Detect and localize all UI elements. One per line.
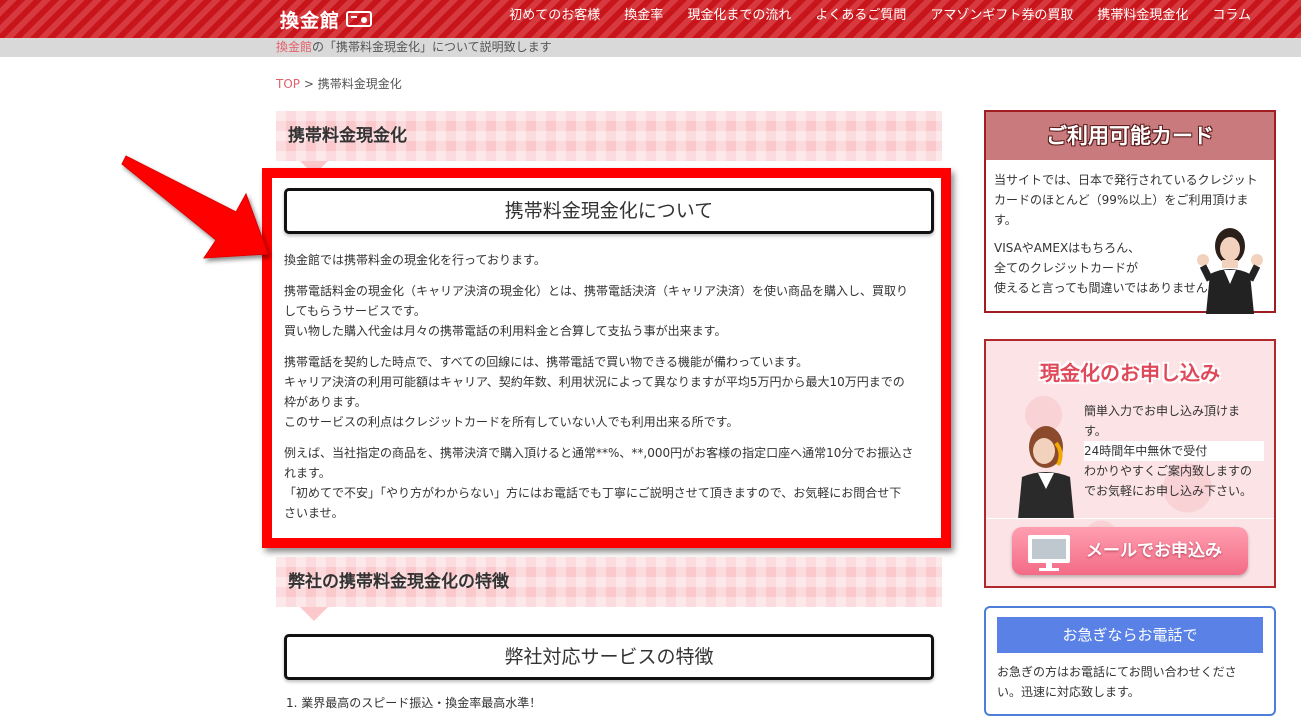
apply-panel: 現金化のお申し込み 簡単入力でお申し込み頂けま す。 24時間年中無休で受付 わ… [984, 339, 1276, 588]
heading-pointer [300, 607, 328, 621]
feature-list-item: 1. 業界最高のスピード振込・換金率最高水準！ [286, 696, 542, 710]
features-title-box: 弊社対応サービスの特徴 [284, 634, 934, 680]
computer-monitor-icon [1028, 535, 1070, 571]
mail-apply-label: メールでお申込み [1086, 541, 1222, 561]
mail-apply-button[interactable]: メールでお申込み [1012, 527, 1248, 575]
available-cards-title: ご利用可能カード [986, 112, 1274, 160]
nav-amazon-gift[interactable]: アマゾンギフト券の買取 [918, 0, 1085, 32]
operator-woman-icon [1018, 426, 1074, 519]
text-line: い。迅速に対応致します。 [997, 685, 1140, 699]
available-cards-panel: ご利用可能カード 当サイトでは、日本で発行されているクレジット カードのほとんど… [984, 110, 1276, 314]
nav-mobile-cash[interactable]: 携帯料金現金化 [1085, 0, 1200, 32]
text-line: 当サイトでは、日本で発行されているクレジット [994, 173, 1258, 187]
nav-rate[interactable]: 換金率 [612, 0, 675, 32]
text-line: お急ぎの方はお電話にてお問い合わせくださ [997, 665, 1237, 679]
brand-link[interactable]: 換金館 [276, 40, 312, 54]
sub-header-bar: 換金館の「携帯料金現金化」について説明致します [0, 38, 1301, 57]
top-header-bar: 換金館 初めてのお客様 換金率 現金化までの流れ よくあるご質問 アマゾンギフト… [0, 0, 1301, 38]
breadcrumb: TOP > 携帯料金現金化 [276, 75, 402, 92]
nav-faq[interactable]: よくあるご質問 [803, 0, 918, 32]
red-arrow-icon [121, 155, 269, 259]
credit-card-icon [346, 11, 373, 27]
text-line: す。 [1084, 424, 1107, 438]
breadcrumb-current: 携帯料金現金化 [317, 77, 402, 91]
text-line: カードのほとんど（99%以上）をご利用頂けま [994, 193, 1249, 207]
apply-title: 現金化のお申し込み [1040, 361, 1220, 385]
site-logo[interactable]: 換金館 [280, 5, 373, 33]
section-title: 携帯料金現金化 [288, 126, 407, 146]
nav-flow[interactable]: 現金化までの流れ [675, 0, 803, 32]
breadcrumb-top-link[interactable]: TOP [276, 77, 300, 91]
text-line: わかりやすくご案内致しますの [1084, 464, 1253, 478]
page-description-text: の「携帯料金現金化」について説明致します [312, 40, 552, 54]
text-line: でお気軽にお申し込み下さい。 [1084, 484, 1253, 498]
apply-text: 簡単入力でお申し込み頂けま す。 24時間年中無休で受付 わかりやすくご案内致し… [1084, 401, 1264, 501]
section-heading-features: 弊社の携帯料金現金化の特徴 [276, 557, 942, 621]
nav-column[interactable]: コラム [1200, 0, 1263, 32]
hours-highlight: 24時間年中無休で受付 [1084, 441, 1264, 461]
nav-first-time[interactable]: 初めてのお客様 [497, 0, 612, 32]
phone-contact-title[interactable]: お急ぎならお電話で [997, 617, 1263, 653]
phone-contact-panel: お急ぎならお電話で お急ぎの方はお電話にてお問い合わせくださ い。迅速に対応致し… [984, 606, 1276, 716]
breadcrumb-separator: > [300, 77, 318, 91]
page-description: 換金館の「携帯料金現金化」について説明致します [276, 38, 552, 57]
red-highlight-frame [262, 168, 951, 548]
main-nav: 初めてのお客様 換金率 現金化までの流れ よくあるご質問 アマゾンギフト券の買取… [497, 0, 1263, 32]
section-heading-mobile-cash: 携帯料金現金化 [276, 111, 942, 175]
logo-text: 換金館 [280, 9, 341, 32]
woman-cheering-icon [1197, 228, 1263, 314]
divider [986, 518, 1274, 519]
text-line: 簡単入力でお申し込み頂けま [1084, 404, 1241, 418]
phone-contact-text: お急ぎの方はお電話にてお問い合わせくださ い。迅速に対応致します。 [997, 662, 1267, 702]
section-title: 弊社の携帯料金現金化の特徴 [288, 572, 509, 592]
